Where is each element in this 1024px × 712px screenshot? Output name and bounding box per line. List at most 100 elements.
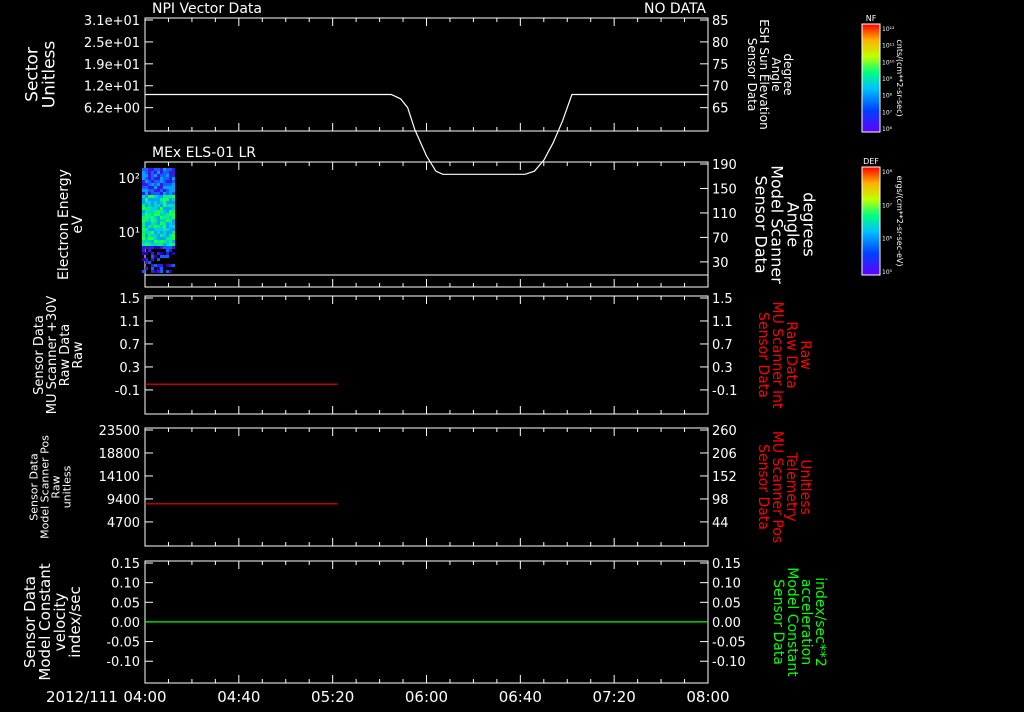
spectrogram-cell xyxy=(166,225,169,228)
spectrogram-cell xyxy=(169,264,172,267)
spectrogram-cell xyxy=(148,192,151,195)
panel-4-frame xyxy=(144,427,709,547)
spectrogram-cell xyxy=(166,234,169,237)
spectrogram-cell xyxy=(154,225,157,228)
spectrogram-cell xyxy=(166,237,169,240)
spectrogram-cell xyxy=(154,204,157,207)
spectrogram-cell xyxy=(160,234,163,237)
spectrogram-cell xyxy=(172,222,175,225)
spectrogram-cell xyxy=(154,222,157,225)
spectrogram-cell xyxy=(151,252,154,255)
spectrogram-cell xyxy=(142,174,145,177)
panel-5-right-ylabel-line: Model Constant xyxy=(784,567,800,677)
spectrogram-cell xyxy=(154,228,157,231)
panel-1-left-ylabel: SectorUnitless xyxy=(22,41,59,109)
spectrogram-cell xyxy=(163,186,166,189)
panel-1-frame xyxy=(144,17,709,132)
spectrogram-cell xyxy=(145,183,148,186)
spectrogram-cell xyxy=(169,198,172,201)
spectrogram-cell xyxy=(157,216,160,219)
spectrogram-cell xyxy=(169,213,172,216)
colorbar-tick-label: 10⁹ xyxy=(882,76,893,83)
panel-3-left-ylabel-line: Raw xyxy=(71,341,86,369)
spectrogram-cell xyxy=(148,246,151,249)
spectrogram-cell xyxy=(145,180,148,183)
spectrogram-cell xyxy=(142,222,145,225)
panel-1-right-ylabel: Sensor DataESH Sun ElevationAngledegree xyxy=(745,19,795,129)
spectrogram-cell xyxy=(142,228,145,231)
left-tick-label: 0.05 xyxy=(111,596,140,611)
spectrogram-cell xyxy=(160,168,163,171)
spectrogram-cell xyxy=(148,183,151,186)
spectrogram-cell xyxy=(157,201,160,204)
left-tick-label: 18800 xyxy=(99,447,140,462)
spectrogram-cell xyxy=(163,216,166,219)
spectrogram-cell xyxy=(145,228,148,231)
spectrogram-cell xyxy=(148,195,151,198)
spectrogram-cell xyxy=(172,195,175,198)
chart-svg: 3.1e+01 2.5e+01 1.9e+01 1.2e+01 6.2e+00 85 80 7… xyxy=(21,1,904,706)
panel-5-left-ylabel-line: index/sec xyxy=(66,586,84,657)
spectrogram-cell xyxy=(154,264,157,267)
spectrogram-cell xyxy=(151,198,154,201)
spectrogram-cell xyxy=(172,237,175,240)
spectrogram-cell xyxy=(172,228,175,231)
spectrogram-cell xyxy=(169,237,172,240)
spectrogram-cell xyxy=(163,228,166,231)
right-tick-label: 80 xyxy=(712,36,729,51)
spectrogram-cell xyxy=(154,234,157,237)
colorbar-1 xyxy=(861,23,881,133)
panel-2-right-ylabel-line: degrees xyxy=(799,192,818,256)
spectrogram-cell xyxy=(157,240,160,243)
spectrogram-cell xyxy=(145,192,148,195)
spectrogram-cell xyxy=(145,258,148,261)
spectrogram-cell xyxy=(145,252,148,255)
colorbar-1-unit: cnts/(cm**2-sr-sec) xyxy=(895,39,904,116)
left-tick-label: 2.5e+01 xyxy=(84,36,140,51)
spectrogram-cell xyxy=(142,270,145,273)
spectrogram-cell xyxy=(151,231,154,234)
spectrogram-cell xyxy=(145,234,148,237)
spectrogram-cell xyxy=(157,231,160,234)
spectrogram-cell xyxy=(166,204,169,207)
spectrogram-cell xyxy=(163,180,166,183)
spectrogram-cell xyxy=(142,240,145,243)
spectrogram-cell xyxy=(145,267,148,270)
spectrogram-cell xyxy=(142,192,145,195)
panel-3-right-ylabel-line: MU Scanner Int xyxy=(769,302,785,410)
spectrogram-cell xyxy=(169,249,172,252)
spectrogram-cell xyxy=(145,177,148,180)
spectrogram-cell xyxy=(169,231,172,234)
x-tick-label: 08:00 xyxy=(686,688,729,706)
spectrogram-cell xyxy=(163,231,166,234)
panel-5-left-ylabel: Sensor DataModel Constantvelocityindex/s… xyxy=(21,563,84,680)
colorbar-2-unit: ergs/(cm**2-sr-sec-eV) xyxy=(895,175,904,266)
spectrogram-cell xyxy=(148,213,151,216)
spectrogram-cell xyxy=(172,207,175,210)
spectrogram-cell xyxy=(142,186,145,189)
spectrogram-cell xyxy=(169,192,172,195)
spectrogram-cell xyxy=(142,198,145,201)
left-tick-label: 3.1e+01 xyxy=(84,14,140,29)
spectrogram-cell xyxy=(151,186,154,189)
spectrogram-cell xyxy=(172,213,175,216)
spectrogram-cell xyxy=(157,234,160,237)
right-tick-label: 0.05 xyxy=(712,596,741,611)
panel-1-title: NPI Vector Data xyxy=(152,1,262,17)
left-tick-label: 0.15 xyxy=(111,557,140,572)
spectrogram-cell xyxy=(169,183,172,186)
spectrogram-cell xyxy=(142,204,145,207)
panel-1-right-ylabel-line: Angle xyxy=(769,57,783,91)
spectrogram-cell xyxy=(166,195,169,198)
spectrogram-cell xyxy=(151,204,154,207)
panel-3-right-ylabel: Sensor DataMU Scanner IntRaw DataRaw xyxy=(755,302,813,410)
spectrogram-cell xyxy=(166,192,169,195)
spectrogram-cell xyxy=(160,195,163,198)
spectrogram-cell xyxy=(169,240,172,243)
spectrogram-cell xyxy=(172,198,175,201)
spectrogram-cell xyxy=(151,171,154,174)
spectrogram-cell xyxy=(145,240,148,243)
right-tick-label: -0.1 xyxy=(712,384,737,399)
left-tick-label: 0.7 xyxy=(119,338,140,353)
spectrogram-cell xyxy=(163,183,166,186)
